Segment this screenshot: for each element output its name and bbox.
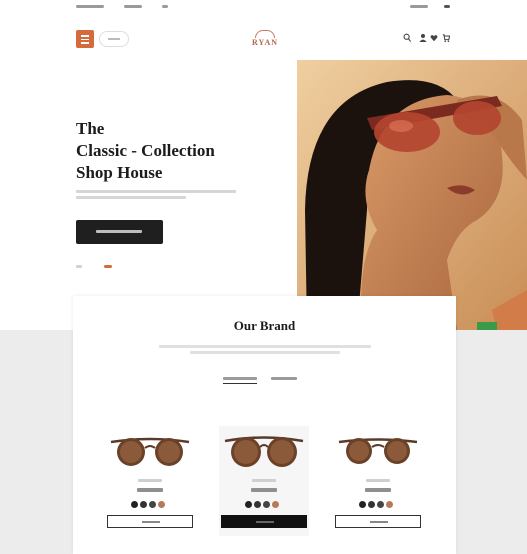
hero-title-line: The: [76, 119, 105, 138]
hero-description: [76, 190, 236, 202]
product-card[interactable]: [105, 426, 195, 536]
hero-heading: The Classic - Collection Shop House: [76, 118, 276, 184]
hero-cta-button[interactable]: [76, 220, 163, 244]
product-name: [251, 488, 277, 492]
color-swatch[interactable]: [368, 501, 375, 508]
section-description: [159, 345, 371, 357]
brand-logo[interactable]: RYAN: [243, 30, 287, 50]
add-to-cart-button[interactable]: [221, 515, 307, 528]
slider-dot[interactable]: [76, 265, 82, 268]
color-swatch[interactable]: [158, 501, 165, 508]
hero-title-line: Classic - Collection: [76, 141, 215, 160]
top-utility-bar: [0, 0, 527, 18]
product-name: [137, 488, 163, 492]
color-swatch[interactable]: [149, 501, 156, 508]
color-swatches: [131, 501, 171, 509]
color-swatches: [359, 501, 399, 509]
logo-text: RYAN: [251, 38, 279, 47]
product-card[interactable]: [333, 426, 423, 536]
add-to-cart-button[interactable]: [335, 515, 421, 528]
color-swatch[interactable]: [272, 501, 279, 508]
user-icon[interactable]: [419, 33, 427, 43]
tab-active[interactable]: [223, 374, 257, 384]
utility-link[interactable]: [76, 5, 104, 8]
product-category: [252, 479, 276, 482]
color-swatch[interactable]: [377, 501, 384, 508]
product-tabs: [223, 374, 313, 384]
woman-sunglasses-photo: [297, 60, 527, 330]
utility-link[interactable]: [444, 5, 450, 8]
color-swatch[interactable]: [254, 501, 261, 508]
header-icons: [400, 33, 456, 45]
menu-button[interactable]: [76, 30, 94, 48]
color-swatches: [245, 501, 285, 509]
sunglasses-image: [110, 437, 190, 466]
color-swatch[interactable]: [140, 501, 147, 508]
sunglasses-image: [338, 438, 418, 464]
utility-link[interactable]: [124, 5, 142, 8]
color-swatch[interactable]: [245, 501, 252, 508]
search-icon[interactable]: [403, 33, 411, 43]
product-name: [365, 488, 391, 492]
utility-link[interactable]: [162, 5, 168, 8]
search-input[interactable]: [99, 31, 129, 47]
our-brand-section: Our Brand: [73, 296, 456, 554]
color-swatch[interactable]: [263, 501, 270, 508]
section-title: Our Brand: [233, 318, 296, 333]
add-to-cart-button[interactable]: [107, 515, 193, 528]
hero-image: [297, 60, 527, 330]
color-swatch[interactable]: [359, 501, 366, 508]
utility-link[interactable]: [410, 5, 428, 8]
product-category: [366, 479, 390, 482]
hero-title-line: Shop House: [76, 163, 163, 182]
color-swatch[interactable]: [386, 501, 393, 508]
tab[interactable]: [271, 374, 297, 384]
heart-icon[interactable]: [430, 33, 438, 43]
product-category: [138, 479, 162, 482]
slider-dot-active[interactable]: [104, 265, 112, 268]
sunglasses-image: [224, 436, 304, 467]
color-swatch[interactable]: [131, 501, 138, 508]
site-header: RYAN: [0, 22, 527, 56]
product-card[interactable]: [219, 426, 309, 536]
cart-icon[interactable]: [442, 33, 450, 43]
menu-icon: [81, 35, 89, 37]
